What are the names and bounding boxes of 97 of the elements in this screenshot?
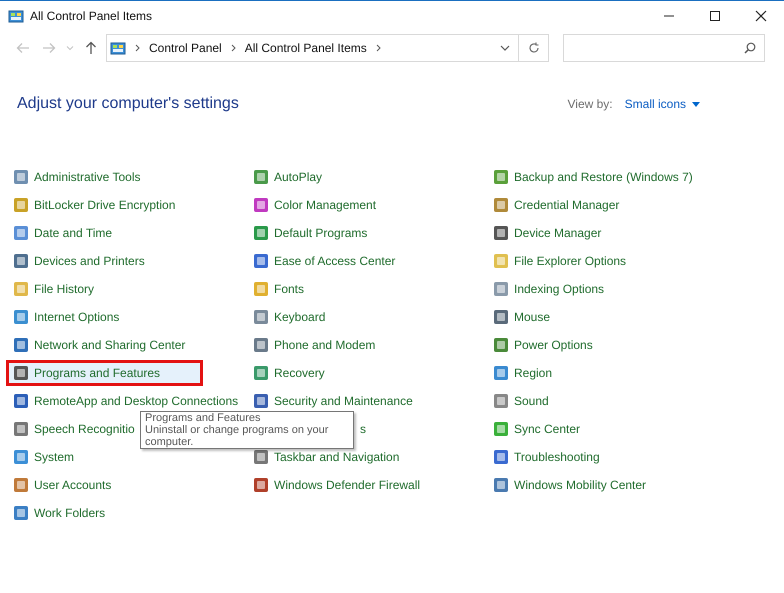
search-icon bbox=[744, 42, 756, 54]
applet-link[interactable]: AutoPlay bbox=[246, 169, 330, 185]
chevron-down-icon bbox=[66, 45, 74, 51]
applet-link[interactable]: File History bbox=[6, 281, 102, 297]
app-icon bbox=[13, 449, 29, 465]
applet-link[interactable]: Sound bbox=[486, 393, 556, 409]
close-icon bbox=[755, 10, 767, 22]
address-bar[interactable]: Control Panel All Control Panel Items bbox=[106, 34, 519, 62]
applet-link[interactable]: Backup and Restore (Windows 7) bbox=[486, 169, 700, 185]
app-icon bbox=[253, 337, 269, 353]
applet-link[interactable]: Windows Mobility Center bbox=[486, 477, 654, 493]
control-panel-icon bbox=[8, 8, 24, 24]
app-icon bbox=[493, 253, 509, 269]
app-icon bbox=[253, 477, 269, 493]
applet-link[interactable]: Date and Time bbox=[6, 225, 120, 241]
chevron-right-icon bbox=[374, 44, 382, 52]
applet-link[interactable]: Programs and Features bbox=[6, 360, 204, 386]
app-icon bbox=[13, 225, 29, 241]
applet-link[interactable]: Ease of Access Center bbox=[246, 253, 402, 269]
app-icon bbox=[13, 253, 29, 269]
applet-link[interactable]: Color Management bbox=[246, 197, 384, 213]
app-icon bbox=[253, 365, 269, 381]
applet-link[interactable]: Sync Center bbox=[486, 421, 588, 437]
app-icon bbox=[253, 309, 269, 325]
app-icon bbox=[253, 197, 269, 213]
app-icon bbox=[13, 477, 29, 493]
applet-link[interactable]: Recovery bbox=[246, 365, 332, 381]
search-field[interactable] bbox=[563, 34, 765, 62]
app-icon bbox=[493, 337, 509, 353]
app-icon bbox=[13, 421, 29, 437]
applet-link[interactable]: Work Folders bbox=[6, 505, 112, 521]
applet-link[interactable]: Default Programs bbox=[246, 225, 374, 241]
applet-link[interactable]: Internet Options bbox=[6, 309, 126, 325]
chevron-right-icon bbox=[230, 44, 237, 52]
applet-link[interactable]: Fonts bbox=[246, 281, 312, 297]
app-icon bbox=[493, 309, 509, 325]
dropdown-triangle-icon bbox=[692, 102, 700, 106]
app-icon bbox=[493, 169, 509, 185]
applet-link[interactable]: Region bbox=[486, 365, 560, 381]
applet-link[interactable]: Speech Recognitio bbox=[6, 421, 142, 437]
applet-link[interactable]: Indexing Options bbox=[486, 281, 612, 297]
applet-link[interactable]: Devices and Printers bbox=[6, 253, 152, 269]
applet-link[interactable]: Windows Defender Firewall bbox=[246, 477, 428, 493]
app-icon bbox=[493, 197, 509, 213]
up-arrow-icon bbox=[85, 41, 97, 55]
chevron-down-icon bbox=[500, 45, 510, 51]
app-icon bbox=[13, 197, 29, 213]
applet-link[interactable]: Security and Maintenance bbox=[246, 393, 420, 409]
app-icon bbox=[13, 505, 29, 521]
maximize-icon bbox=[709, 10, 721, 22]
applet-link[interactable]: System bbox=[6, 449, 82, 465]
breadcrumb-link[interactable]: Control Panel bbox=[149, 41, 222, 55]
applet-link[interactable]: Device Manager bbox=[486, 225, 608, 241]
app-icon bbox=[493, 281, 509, 297]
app-icon bbox=[253, 281, 269, 297]
app-icon bbox=[13, 169, 29, 185]
control-panel-icon bbox=[110, 40, 126, 56]
applet-link[interactable]: Phone and Modem bbox=[246, 337, 382, 353]
applet-link[interactable]: Administrative Tools bbox=[6, 169, 148, 185]
applet-link[interactable]: File Explorer Options bbox=[486, 253, 634, 269]
app-icon bbox=[253, 225, 269, 241]
refresh-button[interactable] bbox=[519, 34, 549, 62]
refresh-icon bbox=[528, 42, 540, 54]
forward-arrow-icon bbox=[42, 42, 56, 54]
view-by-label: View by: bbox=[568, 97, 613, 111]
applet-link[interactable]: BitLocker Drive Encryption bbox=[6, 197, 182, 213]
app-icon bbox=[493, 225, 509, 241]
applet-link[interactable]: Keyboard bbox=[246, 309, 332, 325]
applet-link[interactable]: Credential Manager bbox=[486, 197, 626, 213]
applet-link[interactable]: Troubleshooting bbox=[486, 449, 607, 465]
page-heading: Adjust your computer's settings bbox=[17, 95, 239, 113]
app-icon bbox=[493, 449, 509, 465]
app-icon bbox=[13, 393, 29, 409]
applet-link[interactable]: Mouse bbox=[486, 309, 558, 325]
app-icon bbox=[493, 477, 509, 493]
back-arrow-icon bbox=[16, 42, 30, 54]
window-title: All Control Panel Items bbox=[30, 9, 152, 23]
app-icon bbox=[13, 365, 29, 381]
app-icon bbox=[253, 393, 269, 409]
app-icon bbox=[13, 309, 29, 325]
chevron-right-icon bbox=[134, 44, 141, 52]
tooltip-description: Uninstall or change programs on your computer. bbox=[145, 424, 330, 448]
applet-link[interactable]: Power Options bbox=[486, 337, 600, 353]
view-by-dropdown[interactable]: Small icons bbox=[624, 97, 700, 111]
tooltip-title: Programs and Features bbox=[145, 412, 262, 424]
applet-link[interactable]: Taskbar and Navigation bbox=[246, 449, 406, 465]
app-icon bbox=[493, 365, 509, 381]
app-icon bbox=[253, 253, 269, 269]
app-icon bbox=[493, 421, 509, 437]
breadcrumb-link[interactable]: All Control Panel Items bbox=[244, 41, 367, 55]
app-icon bbox=[13, 337, 29, 353]
applet-link[interactable]: RemoteApp and Desktop Connections bbox=[6, 393, 246, 409]
app-icon bbox=[253, 169, 269, 185]
applet-link[interactable]: Network and Sharing Center bbox=[6, 337, 192, 353]
app-icon bbox=[493, 393, 509, 409]
applet-link[interactable]: User Accounts bbox=[6, 477, 118, 493]
app-icon bbox=[13, 281, 29, 297]
